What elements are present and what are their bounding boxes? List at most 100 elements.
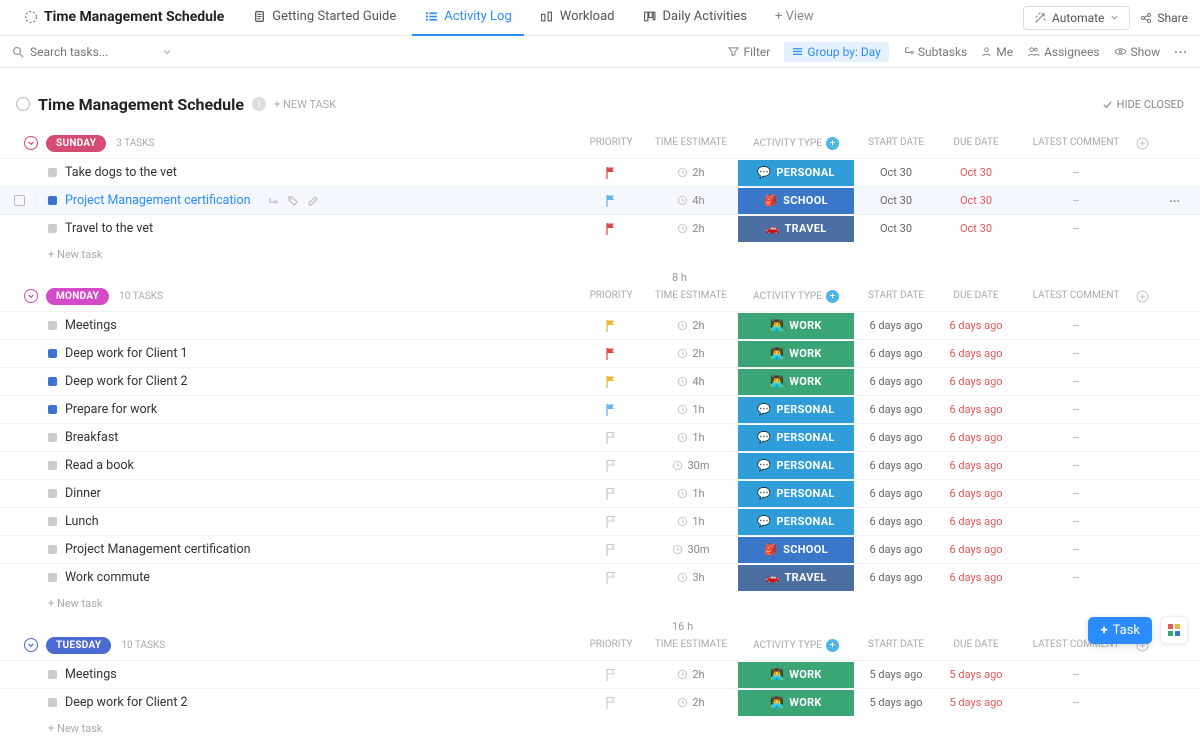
due-date-cell[interactable]: 6 days ago (936, 396, 1016, 423)
latest-comment-cell[interactable]: – (1016, 424, 1136, 451)
status-square-icon[interactable] (48, 517, 57, 526)
activity-type-cell[interactable]: 🎒SCHOOL (736, 187, 856, 214)
priority-cell[interactable] (576, 215, 646, 242)
task-row[interactable]: ⋮⋮ Read a book 30m 💬PERSONAL 6 days ago … (0, 451, 1200, 479)
priority-cell[interactable] (576, 187, 646, 214)
plus-circle-icon[interactable]: + (826, 137, 839, 150)
subtasks-button[interactable]: Subtasks (903, 45, 967, 59)
due-date-cell[interactable]: 6 days ago (936, 312, 1016, 339)
tag-icon[interactable] (287, 195, 299, 207)
priority-cell[interactable] (576, 661, 646, 688)
due-date-cell[interactable]: 6 days ago (936, 452, 1016, 479)
col-priority-header[interactable]: PRIORITY (576, 639, 646, 652)
col-due-header[interactable]: DUE DATE (936, 137, 1016, 150)
task-row[interactable]: ⋮⋮ Breakfast 1h 💬PERSONAL 6 days ago 6 d… (0, 423, 1200, 451)
status-square-icon[interactable] (48, 405, 57, 414)
time-estimate-cell[interactable]: 30m (646, 452, 736, 479)
latest-comment-cell[interactable]: – (1016, 508, 1136, 535)
due-date-cell[interactable]: Oct 30 (936, 187, 1016, 214)
activity-type-cell[interactable]: 🎒SCHOOL (736, 536, 856, 563)
time-estimate-cell[interactable]: 2h (646, 661, 736, 688)
task-name[interactable]: Meetings (65, 318, 117, 333)
activity-type-cell[interactable]: 👨‍💻WORK (736, 661, 856, 688)
task-name[interactable]: Dinner (65, 486, 101, 501)
activity-type-cell[interactable]: 💬PERSONAL (736, 480, 856, 507)
start-date-cell[interactable]: Oct 30 (856, 159, 936, 186)
time-estimate-cell[interactable]: 1h (646, 480, 736, 507)
activity-type-cell[interactable]: 💬PERSONAL (736, 424, 856, 451)
due-date-cell[interactable]: 6 days ago (936, 368, 1016, 395)
group-name-badge[interactable]: TUESDAY (46, 637, 111, 654)
hide-closed-button[interactable]: HIDE CLOSED (1102, 98, 1184, 111)
col-start-header[interactable]: START DATE (856, 639, 936, 652)
task-row[interactable]: ⋮⋮ Take dogs to the vet 2h 💬PERSONAL Oct… (0, 158, 1200, 186)
col-start-header[interactable]: START DATE (856, 137, 936, 150)
col-due-header[interactable]: DUE DATE (936, 290, 1016, 303)
time-estimate-cell[interactable]: 4h (646, 187, 736, 214)
priority-cell[interactable] (576, 564, 646, 591)
time-estimate-cell[interactable]: 2h (646, 215, 736, 242)
time-estimate-cell[interactable]: 2h (646, 340, 736, 367)
task-row[interactable]: ⋮⋮ Project Management certification 30m … (0, 535, 1200, 563)
priority-cell[interactable] (576, 689, 646, 716)
priority-cell[interactable] (576, 340, 646, 367)
status-square-icon[interactable] (48, 461, 57, 470)
plus-circle-icon[interactable]: + (826, 639, 839, 652)
latest-comment-cell[interactable]: – (1016, 312, 1136, 339)
share-button[interactable]: Share (1140, 11, 1188, 25)
activity-type-cell[interactable]: 👨‍💻WORK (736, 689, 856, 716)
group-collapse-button[interactable] (24, 289, 38, 303)
status-square-icon[interactable] (48, 349, 57, 358)
task-name[interactable]: Prepare for work (65, 402, 157, 417)
row-more-button[interactable]: ··· (1169, 194, 1180, 208)
info-icon[interactable]: i (252, 97, 266, 111)
latest-comment-cell[interactable]: – (1016, 215, 1136, 242)
priority-cell[interactable] (576, 508, 646, 535)
status-square-icon[interactable] (48, 698, 57, 707)
latest-comment-cell[interactable]: – (1016, 452, 1136, 479)
start-date-cell[interactable]: 6 days ago (856, 312, 936, 339)
activity-type-cell[interactable]: 💬PERSONAL (736, 452, 856, 479)
due-date-cell[interactable]: Oct 30 (936, 215, 1016, 242)
group-name-badge[interactable]: SUNDAY (46, 135, 106, 152)
task-name[interactable]: Meetings (65, 667, 117, 682)
priority-cell[interactable] (576, 396, 646, 423)
status-square-icon[interactable] (48, 321, 57, 330)
time-estimate-cell[interactable]: 30m (646, 536, 736, 563)
start-date-cell[interactable]: Oct 30 (856, 187, 936, 214)
activity-type-cell[interactable]: 👨‍💻WORK (736, 368, 856, 395)
view-tab-daily-activities[interactable]: Daily Activities (631, 0, 759, 36)
latest-comment-cell[interactable]: – (1016, 159, 1136, 186)
col-comment-header[interactable]: LATEST COMMENT (1016, 137, 1136, 150)
add-column-button[interactable] (1136, 137, 1176, 150)
latest-comment-cell[interactable]: – (1016, 368, 1136, 395)
col-time-header[interactable]: TIME ESTIMATE (646, 639, 736, 652)
start-date-cell[interactable]: Oct 30 (856, 215, 936, 242)
status-circle-icon[interactable] (16, 97, 30, 111)
activity-type-cell[interactable]: 👨‍💻WORK (736, 340, 856, 367)
new-task-float-button[interactable]: + Task (1088, 617, 1152, 644)
start-date-cell[interactable]: 5 days ago (856, 661, 936, 688)
plus-circle-icon[interactable]: + (826, 290, 839, 303)
activity-type-cell[interactable]: 💬PERSONAL (736, 508, 856, 535)
priority-cell[interactable] (576, 312, 646, 339)
status-square-icon[interactable] (48, 573, 57, 582)
status-square-icon[interactable] (48, 670, 57, 679)
new-task-inline-button[interactable]: + New task (0, 716, 1200, 741)
col-priority-header[interactable]: PRIORITY (576, 290, 646, 303)
col-due-header[interactable]: DUE DATE (936, 639, 1016, 652)
start-date-cell[interactable]: 6 days ago (856, 340, 936, 367)
task-name[interactable]: Work commute (65, 570, 150, 585)
add-view-button[interactable]: + View (763, 0, 826, 36)
start-date-cell[interactable]: 6 days ago (856, 564, 936, 591)
start-date-cell[interactable]: 6 days ago (856, 508, 936, 535)
group-collapse-button[interactable] (24, 638, 38, 652)
task-name[interactable]: Project Management certification (65, 193, 251, 208)
col-time-header[interactable]: TIME ESTIMATE (646, 137, 736, 150)
task-row[interactable]: ⋮⋮ Work commute 3h 🚗TRAVEL 6 days ago 6 … (0, 563, 1200, 591)
task-row[interactable]: ⋮⋮ Deep work for Client 1 2h 👨‍💻WORK 6 d… (0, 339, 1200, 367)
due-date-cell[interactable]: Oct 30 (936, 159, 1016, 186)
group-name-badge[interactable]: MONDAY (46, 288, 109, 305)
task-name[interactable]: Deep work for Client 1 (65, 346, 188, 361)
activity-type-cell[interactable]: 🚗TRAVEL (736, 564, 856, 591)
